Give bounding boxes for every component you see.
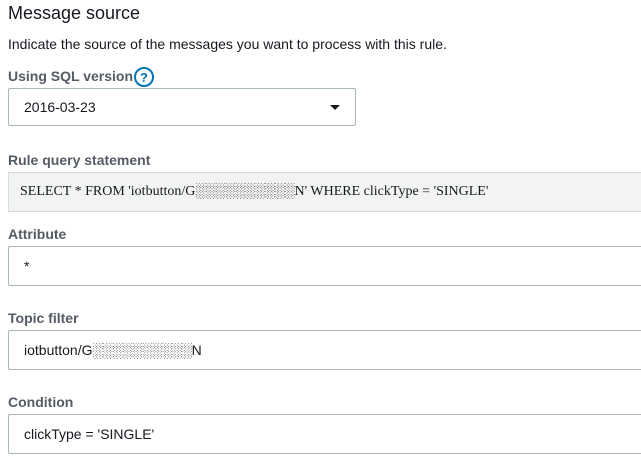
topic-filter-value: iotbutton/G░░░░░░░░░░N xyxy=(24,342,202,358)
attribute-value: * xyxy=(24,258,30,274)
sql-version-label: Using SQL version xyxy=(8,68,133,84)
rule-query-editor[interactable]: SELECT * FROM 'iotbutton/G░░░░░░░░░░N' W… xyxy=(8,172,641,212)
condition-input[interactable]: clickType = 'SINGLE' xyxy=(8,414,641,454)
topic-filter-input[interactable]: iotbutton/G░░░░░░░░░░N xyxy=(8,330,641,370)
section-description: Indicate the source of the messages you … xyxy=(8,36,447,52)
attribute-input[interactable]: * xyxy=(8,246,641,286)
topic-filter-label: Topic filter xyxy=(8,310,79,326)
attribute-label: Attribute xyxy=(8,226,67,242)
help-circle-icon[interactable]: ? xyxy=(134,67,154,87)
rule-query-label: Rule query statement xyxy=(8,152,151,168)
rule-query-text: SELECT * FROM 'iotbutton/G░░░░░░░░░░N' W… xyxy=(20,184,489,199)
section-title: Message source xyxy=(8,3,141,23)
caret-down-icon xyxy=(330,105,340,110)
condition-value: clickType = 'SINGLE' xyxy=(24,426,155,442)
sql-version-value: 2016-03-23 xyxy=(24,99,96,115)
sql-version-select[interactable]: 2016-03-23 xyxy=(8,88,356,126)
condition-label: Condition xyxy=(8,394,74,410)
